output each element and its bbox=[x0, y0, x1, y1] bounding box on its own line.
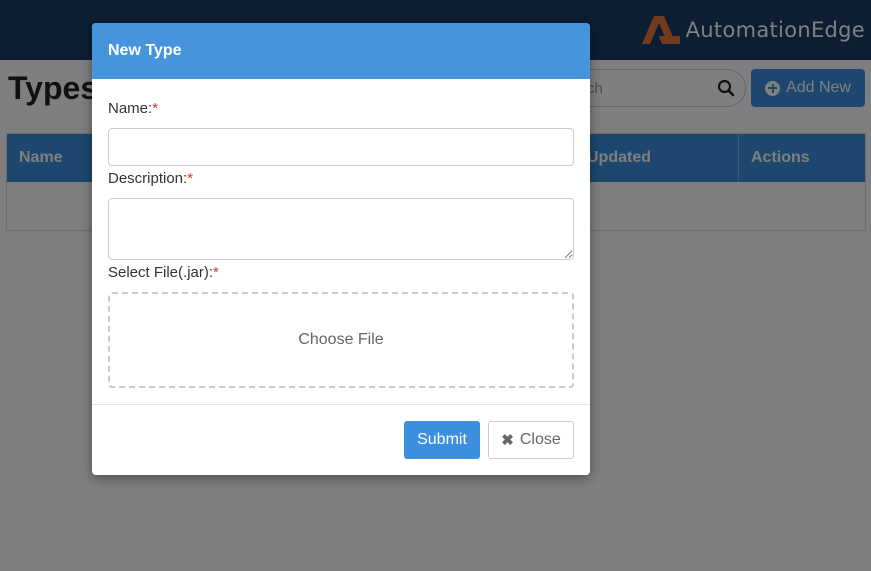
description-label: Description:* bbox=[108, 170, 193, 187]
modal-title: New Type bbox=[108, 42, 182, 59]
new-type-modal: New Type Name:* Description:* Select Fil… bbox=[92, 23, 590, 475]
name-label-text: Name: bbox=[108, 100, 153, 117]
choose-file-text: Choose File bbox=[298, 331, 384, 348]
close-icon: ✖ bbox=[501, 432, 514, 449]
name-label: Name:* bbox=[108, 100, 158, 117]
description-input[interactable] bbox=[108, 198, 574, 260]
submit-button[interactable]: Submit bbox=[404, 421, 480, 459]
name-input[interactable] bbox=[108, 128, 574, 166]
modal-footer: Submit ✖ Close bbox=[92, 404, 590, 475]
required-mark: * bbox=[213, 264, 219, 281]
close-label: Close bbox=[519, 431, 561, 448]
file-dropzone[interactable]: Choose File bbox=[108, 292, 574, 388]
description-label-text: Description: bbox=[108, 170, 188, 187]
file-label-text: Select File(.jar): bbox=[108, 264, 214, 281]
required-mark: * bbox=[152, 100, 159, 117]
file-label: Select File(.jar):* bbox=[108, 264, 219, 281]
modal-body: Name:* Description:* Select File(.jar):*… bbox=[92, 79, 590, 405]
required-mark: * bbox=[187, 170, 194, 187]
close-button[interactable]: ✖ Close bbox=[488, 421, 574, 459]
modal-header: New Type bbox=[92, 23, 590, 79]
